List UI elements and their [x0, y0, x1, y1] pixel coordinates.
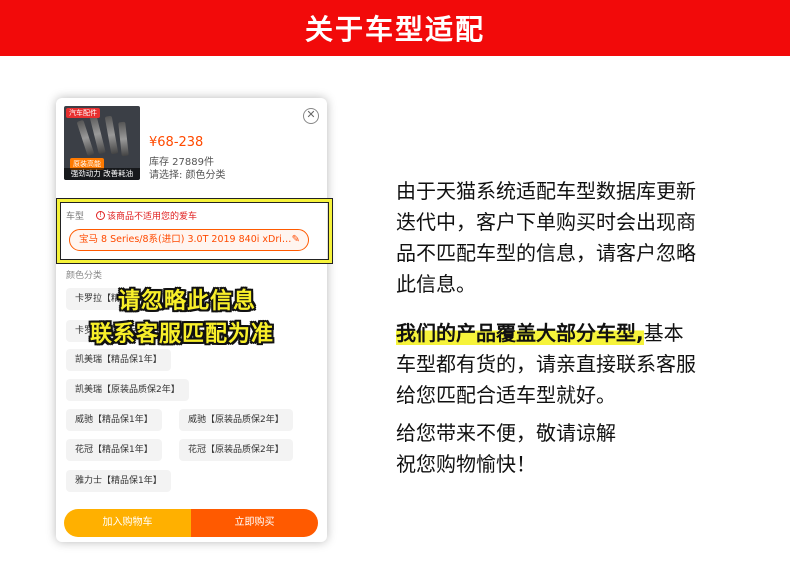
sku-option[interactable]: 凯美瑞【精品保1年】 [66, 349, 171, 371]
add-to-cart-button[interactable]: 加入购物车 [64, 509, 191, 537]
sku-option[interactable]: 威驰【精品保1年】 [66, 409, 162, 431]
notice-line: 品不匹配车型的信息，请客户忽略 [396, 241, 696, 265]
banner-title: 关于车型适配 [304, 13, 485, 46]
sku-option[interactable]: 雅力士【精品保1年】 [66, 470, 171, 492]
sku-option[interactable]: 凯美瑞【原装品质保2年】 [66, 379, 189, 401]
notice-line: 由于天猫系统适配车型数据库更新 [396, 179, 696, 203]
close-icon[interactable]: ✕ [303, 108, 319, 124]
thumbnail-caption: 强劲动力 改善耗油 [64, 168, 140, 180]
ignition-coil-graphic [104, 115, 119, 155]
overlay-note-line1: 请忽略此信息 [118, 289, 257, 314]
color-category-label: 颜色分类 [66, 271, 103, 281]
highlight-frame [57, 199, 332, 263]
selection-hint: 请选择: 颜色分类 [149, 170, 226, 181]
sku-option[interactable]: 威驰【原装品质保2年】 [179, 409, 293, 431]
notice-paragraph-2: 我们的产品覆盖大部分车型,基本 车型都有货的，请亲直接联系客服 给您匹配合适车型… [396, 318, 696, 411]
overlay-note-line2: 联系客服匹配为准 [90, 322, 275, 347]
notice-line: 此信息。 [396, 272, 476, 296]
notice-line-rest: 基本 [643, 321, 684, 345]
title-banner: 关于车型适配 [0, 0, 790, 56]
notice-paragraph-1: 由于天猫系统适配车型数据库更新 迭代中，客户下单购买时会出现商 品不匹配车型的信… [396, 176, 696, 300]
ignition-coil-graphic [118, 121, 129, 157]
sku-option[interactable]: 花冠【原装品质保2年】 [179, 439, 293, 461]
price-range: ¥68-238 [149, 135, 204, 150]
notice-line: 祝您购物愉快！ [396, 452, 536, 476]
notice-line: 车型都有货的，请亲直接联系客服 [396, 352, 696, 376]
sku-option[interactable]: 花冠【精品保1年】 [66, 439, 162, 461]
notice-line: 给您匹配合适车型就好。 [396, 383, 616, 407]
buy-now-button[interactable]: 立即购买 [191, 509, 318, 537]
product-thumbnail[interactable]: 汽车配件 原装高能 强劲动力 改善耗油 [64, 106, 140, 180]
notice-line: 我们的产品覆盖大部分车型,基本 [396, 318, 696, 349]
notice-line: 给您带来不便，敬请谅解 [396, 421, 616, 445]
notice-line: 迭代中，客户下单购买时会出现商 [396, 210, 696, 234]
notice-paragraph-3: 给您带来不便，敬请谅解 祝您购物愉快！ [396, 418, 616, 480]
highlight-text: 我们的产品覆盖大部分车型, [396, 321, 644, 345]
thumbnail-tag: 汽车配件 [66, 108, 100, 118]
